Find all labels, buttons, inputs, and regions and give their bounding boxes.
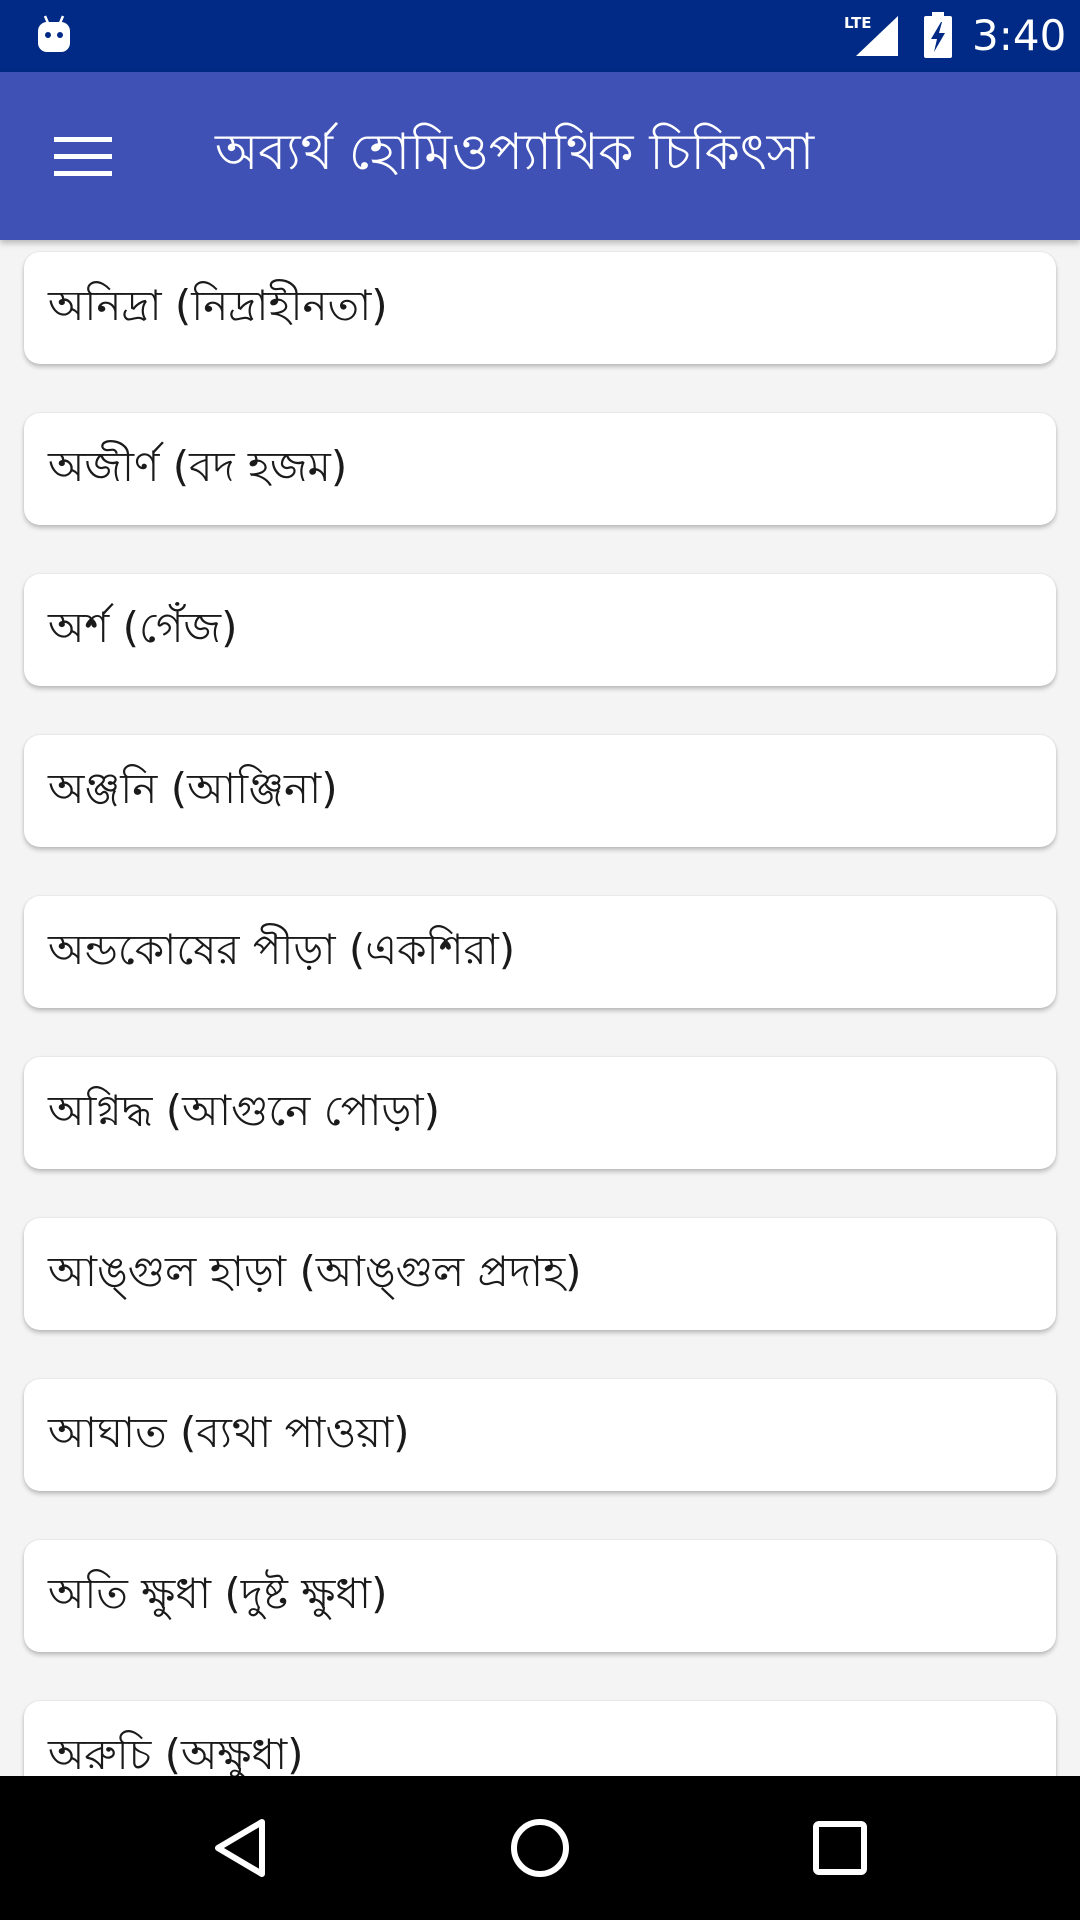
battery-charging-icon <box>924 12 952 58</box>
list-item[interactable]: অন্ডকোষের পীড়া (একশিরা) <box>24 896 1056 1008</box>
navigation-bar <box>0 1776 1080 1920</box>
list-item-label: অজীর্ণ (বদ হজম) <box>48 441 348 491</box>
home-icon <box>511 1819 569 1877</box>
recents-button[interactable] <box>790 1798 890 1898</box>
list-item-label: অর্শ (গেঁজ) <box>48 602 238 652</box>
network-type-label: LTE <box>844 14 872 32</box>
back-icon <box>215 1819 265 1877</box>
home-button[interactable] <box>490 1798 590 1898</box>
list-item-label: অরুচি (অক্ষুধা) <box>48 1729 304 1777</box>
app-bar: অব্যর্থ হোমিওপ্যাথিক চিকিৎসা <box>0 72 1080 240</box>
list-item[interactable]: আঘাত (ব্যথা পাওয়া) <box>24 1379 1056 1491</box>
list-item[interactable]: অগ্নিদ্ধ (আগুনে পোড়া) <box>24 1057 1056 1169</box>
menu-button[interactable] <box>40 114 126 200</box>
back-button[interactable] <box>190 1798 290 1898</box>
list-item-label: অনিদ্রা (নিদ্রাহীনতা) <box>48 280 388 330</box>
list-item[interactable]: অর্শ (গেঁজ) <box>24 574 1056 686</box>
list-item-label: অন্ডকোষের পীড়া (একশিরা) <box>48 924 516 974</box>
lte-signal-icon: LTE <box>844 14 898 56</box>
list-item-label: অতি ক্ষুধা (দুষ্ট ক্ষুধা) <box>48 1568 388 1618</box>
recents-icon <box>813 1821 867 1875</box>
list-item[interactable]: অঞ্জনি (আঞ্জিনা) <box>24 735 1056 847</box>
android-robot-icon <box>38 15 70 52</box>
list-item-label: আঙ্গুল হাড়া (আঙ্গুল প্রদাহ) <box>48 1246 582 1296</box>
list-item[interactable]: অনিদ্রা (নিদ্রাহীনতা) <box>24 252 1056 364</box>
list-item-label: অঞ্জনি (আঞ্জিনা) <box>48 763 338 813</box>
list-item-label: আঘাত (ব্যথা পাওয়া) <box>48 1407 410 1457</box>
status-bar: LTE 3:40 <box>0 0 1080 72</box>
hamburger-menu-icon <box>54 137 112 176</box>
list-item[interactable]: আঙ্গুল হাড়া (আঙ্গুল প্রদাহ) <box>24 1218 1056 1330</box>
list-item-label: অগ্নিদ্ধ (আগুনে পোড়া) <box>48 1085 440 1135</box>
list-item[interactable]: অরুচি (অক্ষুধা) <box>24 1701 1056 1776</box>
list-item[interactable]: অতি ক্ষুধা (দুষ্ট ক্ষুধা) <box>24 1540 1056 1652</box>
list-item[interactable]: অজীর্ণ (বদ হজম) <box>24 413 1056 525</box>
app-title: অব্যর্থ হোমিওপ্যাথিক চিকিৎসা <box>215 122 815 181</box>
disease-list[interactable]: অনিদ্রা (নিদ্রাহীনতা) অজীর্ণ (বদ হজম) অর… <box>0 240 1080 1776</box>
status-clock: 3:40 <box>972 11 1067 60</box>
